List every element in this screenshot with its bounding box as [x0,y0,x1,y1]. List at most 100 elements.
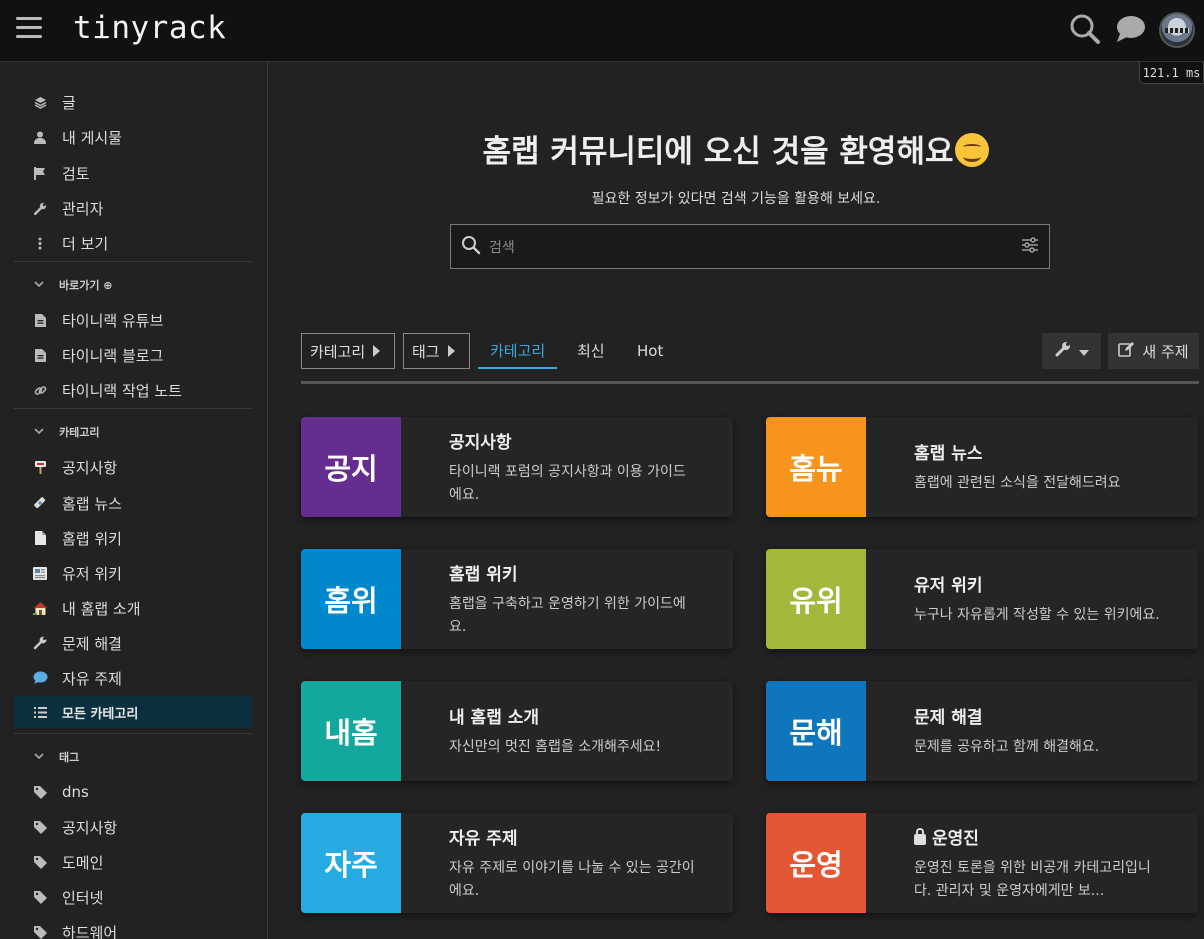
category-card-staff[interactable]: 운영 운영진 운영진 토론을 위한 비공개 카테고리입니다. 관리자 및 운영자에… [766,813,1198,913]
site-logo[interactable]: tinyrack [73,10,226,46]
sidebar-item-user-wiki[interactable]: 유저 위키 [14,557,252,589]
category-badge: 자주 [301,813,401,913]
sidebar-item-label: 하드웨어 [62,923,118,939]
tab-latest[interactable]: 최신 [577,333,605,369]
search-input[interactable]: 검색 [450,224,1050,269]
house-icon [32,600,48,616]
sidebar-section-categories[interactable]: 카테고리 [14,420,252,444]
site-header: tinyrack [0,0,1204,62]
wrench-icon [1055,341,1071,361]
sidebar-item-label: 자유 주제 [62,669,122,688]
category-description: 운영진 토론을 위한 비공개 카테고리입니다. 관리자 및 운영자에게만 보..… [914,859,1151,899]
sidebar-item-label: 검토 [62,164,90,183]
link-icon [32,382,48,398]
sidebar-item-tag-notice[interactable]: 공지사항 [14,811,252,843]
sidebar-item-admin[interactable]: 관리자 [14,192,252,224]
category-title[interactable]: 홈랩 뉴스 [914,439,1160,464]
sidebar-item-homelab-wiki[interactable]: 홈랩 위키 [14,522,252,554]
sidebar-item-label: 더 보기 [62,234,109,253]
sidebar-item-label: 인터넷 [62,888,104,907]
sidebar-item-label: 타이니랙 유튜브 [62,311,164,330]
category-card-notice[interactable]: 공지 공지사항 타이니랙 포럼의 공지사항과 이용 가이드에요. [301,417,733,517]
sidebar-item-troubleshooting[interactable]: 문제 해결 [14,627,252,659]
category-card-my-homelab[interactable]: 내홈 내 홈랩 소개 자신만의 멋진 홈랩을 소개해주세요! [301,681,733,781]
sidebar-item-more[interactable]: 더 보기 [14,227,252,259]
category-dropdown[interactable]: 카테고리 [301,333,395,369]
sidebar-item-label: 홈랩 위키 [62,529,122,548]
wrench-icon [32,635,48,651]
category-title[interactable]: 운영진 [914,824,1160,849]
sidebar-item-all-categories[interactable]: 모든 카테고리 [14,696,252,728]
sidebar-section-tags[interactable]: 태그 [14,745,252,769]
sidebar-item-label: 도메인 [62,853,104,872]
section-label: 바로가기 ⊕ [59,279,113,292]
admin-tools-button[interactable] [1042,333,1101,369]
tag-dropdown-label: 태그 [412,342,440,361]
category-title[interactable]: 자유 주제 [449,824,695,849]
section-label: 태그 [59,751,80,764]
toolbar-divider [301,381,1199,384]
caret-right-icon [447,345,455,357]
sidebar-item-label: 문제 해결 [62,634,122,653]
sidebar-item-label: dns [62,783,89,801]
timing-badge[interactable]: 121.1 ms [1139,62,1204,84]
category-badge: 유위 [766,549,866,649]
layers-icon [32,94,48,110]
sidebar-section-shortcuts[interactable]: 바로가기 ⊕ [14,273,252,297]
sidebar-item-tag-domain[interactable]: 도메인 [14,846,252,878]
tag-icon [32,924,48,939]
user-avatar[interactable] [1159,12,1195,48]
sidebar-item-posts[interactable]: 글 [14,86,252,118]
category-card-homelab-news[interactable]: 홈뉴 홈랩 뉴스 홈랩에 관련된 소식을 전달해드려요 [766,417,1198,517]
category-card-homelab-wiki[interactable]: 홈위 홈랩 위키 홈랩을 구축하고 운영하기 위한 가이드에요. [301,549,733,649]
sliders-icon[interactable] [1021,236,1039,257]
edit-icon [1118,341,1135,361]
sidebar-item-label: 타이니랙 블로그 [62,346,164,365]
category-card-user-wiki[interactable]: 유위 유저 위키 누구나 자유롭게 작성할 수 있는 위키에요. [766,549,1198,649]
category-card-troubleshooting[interactable]: 문해 문제 해결 문제를 공유하고 함께 해결해요. [766,681,1198,781]
sidebar-item-label: 타이니랙 작업 노트 [62,381,182,400]
category-title[interactable]: 홈랩 위키 [449,560,695,585]
chat-icon[interactable] [1114,12,1148,50]
category-badge: 홈뉴 [766,417,866,517]
new-topic-button[interactable]: 새 주제 [1108,333,1199,369]
tag-icon [32,784,48,800]
category-description: 타이니랙 포럼의 공지사항과 이용 가이드에요. [449,463,686,503]
category-badge: 내홈 [301,681,401,781]
sidebar-item-label: 글 [62,93,76,112]
file-icon [32,347,48,363]
tag-dropdown[interactable]: 태그 [403,333,470,369]
sidebar-item-my-homelab[interactable]: 내 홈랩 소개 [14,592,252,624]
category-title[interactable]: 문제 해결 [914,703,1160,728]
sidebar-item-homelab-news[interactable]: 홈랩 뉴스 [14,487,252,519]
search-placeholder: 검색 [489,239,515,256]
section-label: 카테고리 [59,426,100,439]
sidebar-divider [14,733,252,734]
tab-hot[interactable]: Hot [637,333,663,369]
flag-icon [32,165,48,181]
search-icon[interactable] [1068,12,1102,50]
sidebar-item-label: 관리자 [62,199,104,218]
sidebar-item-notice[interactable]: 공지사항 [14,451,252,483]
category-description: 자유 주제로 이야기를 나눌 수 있는 공간이에요. [449,859,695,899]
sidebar-item-free-topic[interactable]: 자유 주제 [14,662,252,694]
sidebar-item-youtube[interactable]: 타이니랙 유튜브 [14,304,252,336]
hamburger-menu-icon[interactable] [16,17,42,39]
tab-categories[interactable]: 카테고리 [478,333,558,369]
sidebar-item-tag-hardware[interactable]: 하드웨어 [14,916,252,939]
category-title[interactable]: 공지사항 [449,428,695,453]
sidebar-item-review[interactable]: 검토 [14,157,252,189]
sidebar-item-label: 내 홈랩 소개 [62,599,141,618]
sidebar-item-label: 홈랩 뉴스 [62,494,122,513]
sidebar-item-tag-dns[interactable]: dns [14,776,252,808]
sidebar-item-blog[interactable]: 타이니랙 블로그 [14,339,252,371]
sidebar-item-tag-internet[interactable]: 인터넷 [14,881,252,913]
sidebar-item-label: 공지사항 [62,818,118,837]
category-card-free-topic[interactable]: 자주 자유 주제자유 주제로 이야기를 나눌 수 있는 공간이에요. [301,813,733,913]
category-dropdown-label: 카테고리 [310,342,366,361]
sidebar-item-my-posts[interactable]: 내 게시물 [14,121,252,153]
sidebar-item-notes[interactable]: 타이니랙 작업 노트 [14,374,252,406]
category-badge: 홈위 [301,549,401,649]
category-title[interactable]: 내 홈랩 소개 [449,703,695,728]
category-title[interactable]: 유저 위키 [914,571,1160,596]
